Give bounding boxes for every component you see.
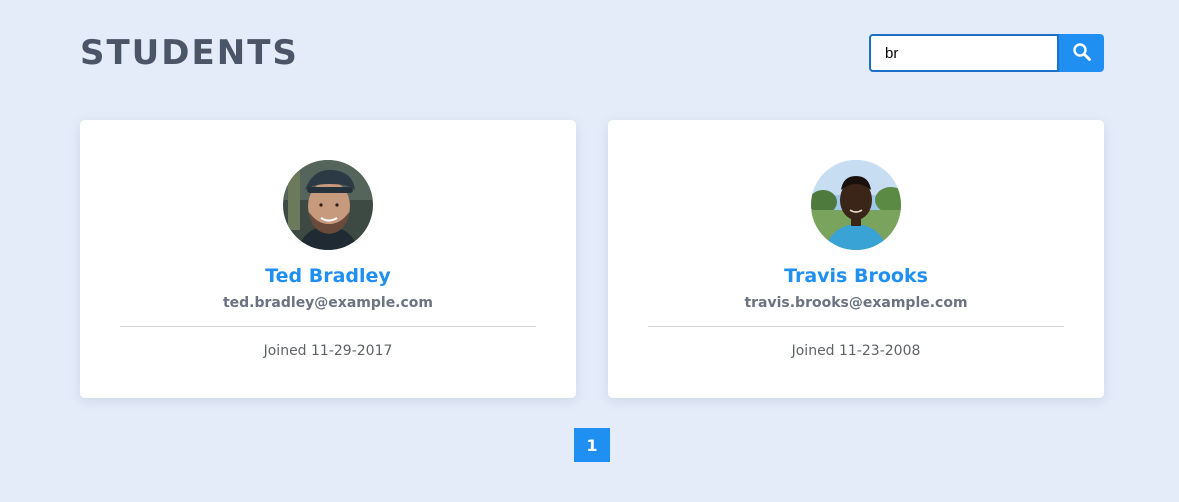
student-email: ted.bradley@example.com <box>222 295 434 311</box>
avatar <box>811 160 901 250</box>
avatar <box>283 160 373 250</box>
student-card: Travis Brooks travis.brooks@example.com … <box>608 120 1104 398</box>
student-name: Travis Brooks <box>784 265 928 287</box>
student-email: travis.brooks@example.com <box>744 295 968 311</box>
page-title: STUDENTS <box>80 33 299 73</box>
search-button[interactable] <box>1059 34 1104 72</box>
student-name: Ted Bradley <box>265 265 391 287</box>
divider <box>648 326 1064 327</box>
page: STUDENTS br Ted Bradley ted.bradley@exam… <box>0 0 1179 502</box>
page-button-1[interactable]: 1 <box>574 428 610 462</box>
pagination: 1 <box>574 428 610 462</box>
search-input[interactable] <box>869 34 1059 72</box>
divider <box>120 326 536 327</box>
search-form <box>869 34 1104 72</box>
joined-date: Joined 11-29-2017 <box>263 343 393 359</box>
search-icon <box>1072 42 1092 65</box>
student-card: Ted Bradley ted.bradley@example.com Join… <box>80 120 576 398</box>
joined-date: Joined 11-23-2008 <box>791 343 921 359</box>
